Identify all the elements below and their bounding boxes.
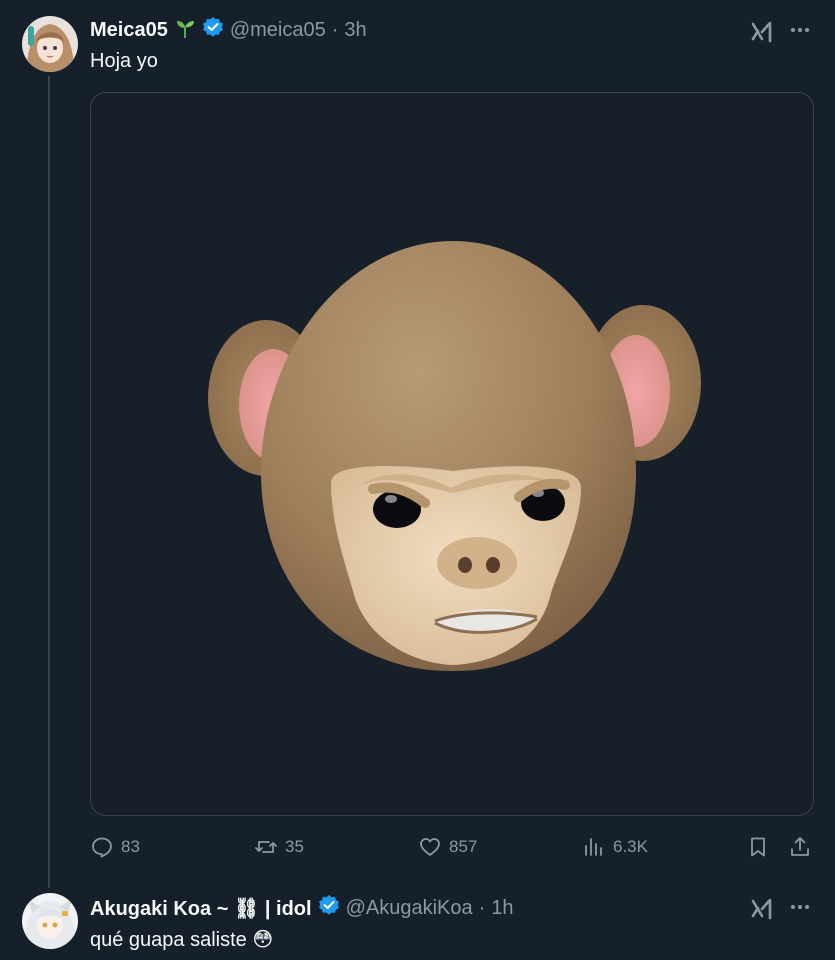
thread-connector-line — [48, 76, 50, 888]
reply-button[interactable]: 83 — [90, 830, 140, 864]
like-count: 857 — [449, 837, 478, 856]
display-name[interactable]: Akugaki Koa ~ ⛓ | idol — [90, 896, 312, 921]
views-icon — [585, 838, 602, 856]
tweet-header: Meica05 @meica05 · 3h — [90, 16, 367, 44]
repost-count: 35 — [285, 837, 304, 856]
timestamp[interactable]: 1h — [491, 897, 513, 920]
avatar-akugakikoa[interactable] — [22, 893, 78, 949]
separator-dot: · — [331, 18, 339, 41]
views-button[interactable]: 6.3K — [582, 830, 648, 864]
repost-icon — [255, 841, 277, 853]
more-icon[interactable] — [786, 893, 814, 921]
grok-icon[interactable] — [748, 18, 776, 46]
sprout-icon — [174, 17, 196, 44]
share-button[interactable] — [788, 830, 812, 864]
timeline: Meica05 @meica05 · 3h Hoja yo 83 35 857 … — [0, 0, 835, 960]
separator-dot: · — [478, 896, 486, 919]
handle[interactable]: @AkugakiKoa — [346, 897, 473, 920]
grok-icon[interactable] — [748, 895, 776, 923]
reply-icon — [92, 837, 112, 858]
heart-icon — [420, 838, 440, 856]
verified-badge-icon — [318, 894, 340, 922]
views-count: 6.3K — [613, 837, 648, 856]
bookmark-button[interactable] — [746, 830, 770, 864]
verified-badge-icon — [202, 16, 224, 44]
animoji-monkey-image — [208, 241, 701, 671]
tweet-media-image[interactable] — [90, 92, 814, 816]
tweet-text: Hoja yo — [90, 50, 158, 72]
handle[interactable]: @meica05 — [230, 19, 326, 42]
bookmark-icon — [751, 837, 765, 857]
avatar-meica05[interactable] — [22, 16, 78, 72]
repost-button[interactable]: 35 — [254, 830, 304, 864]
tweet-actions: 83 35 857 6.3K — [90, 830, 814, 864]
tweet-text: qué guapa saliste 😳 — [90, 929, 274, 951]
share-icon — [791, 837, 809, 856]
tweet-header: Akugaki Koa ~ ⛓ | idol @AkugakiKoa · 1h — [90, 894, 514, 922]
timestamp[interactable]: 3h — [344, 19, 366, 42]
more-icon[interactable] — [786, 16, 814, 44]
display-name[interactable]: Meica05 — [90, 19, 168, 42]
reply-count: 83 — [121, 837, 140, 856]
like-button[interactable]: 857 — [418, 830, 477, 864]
